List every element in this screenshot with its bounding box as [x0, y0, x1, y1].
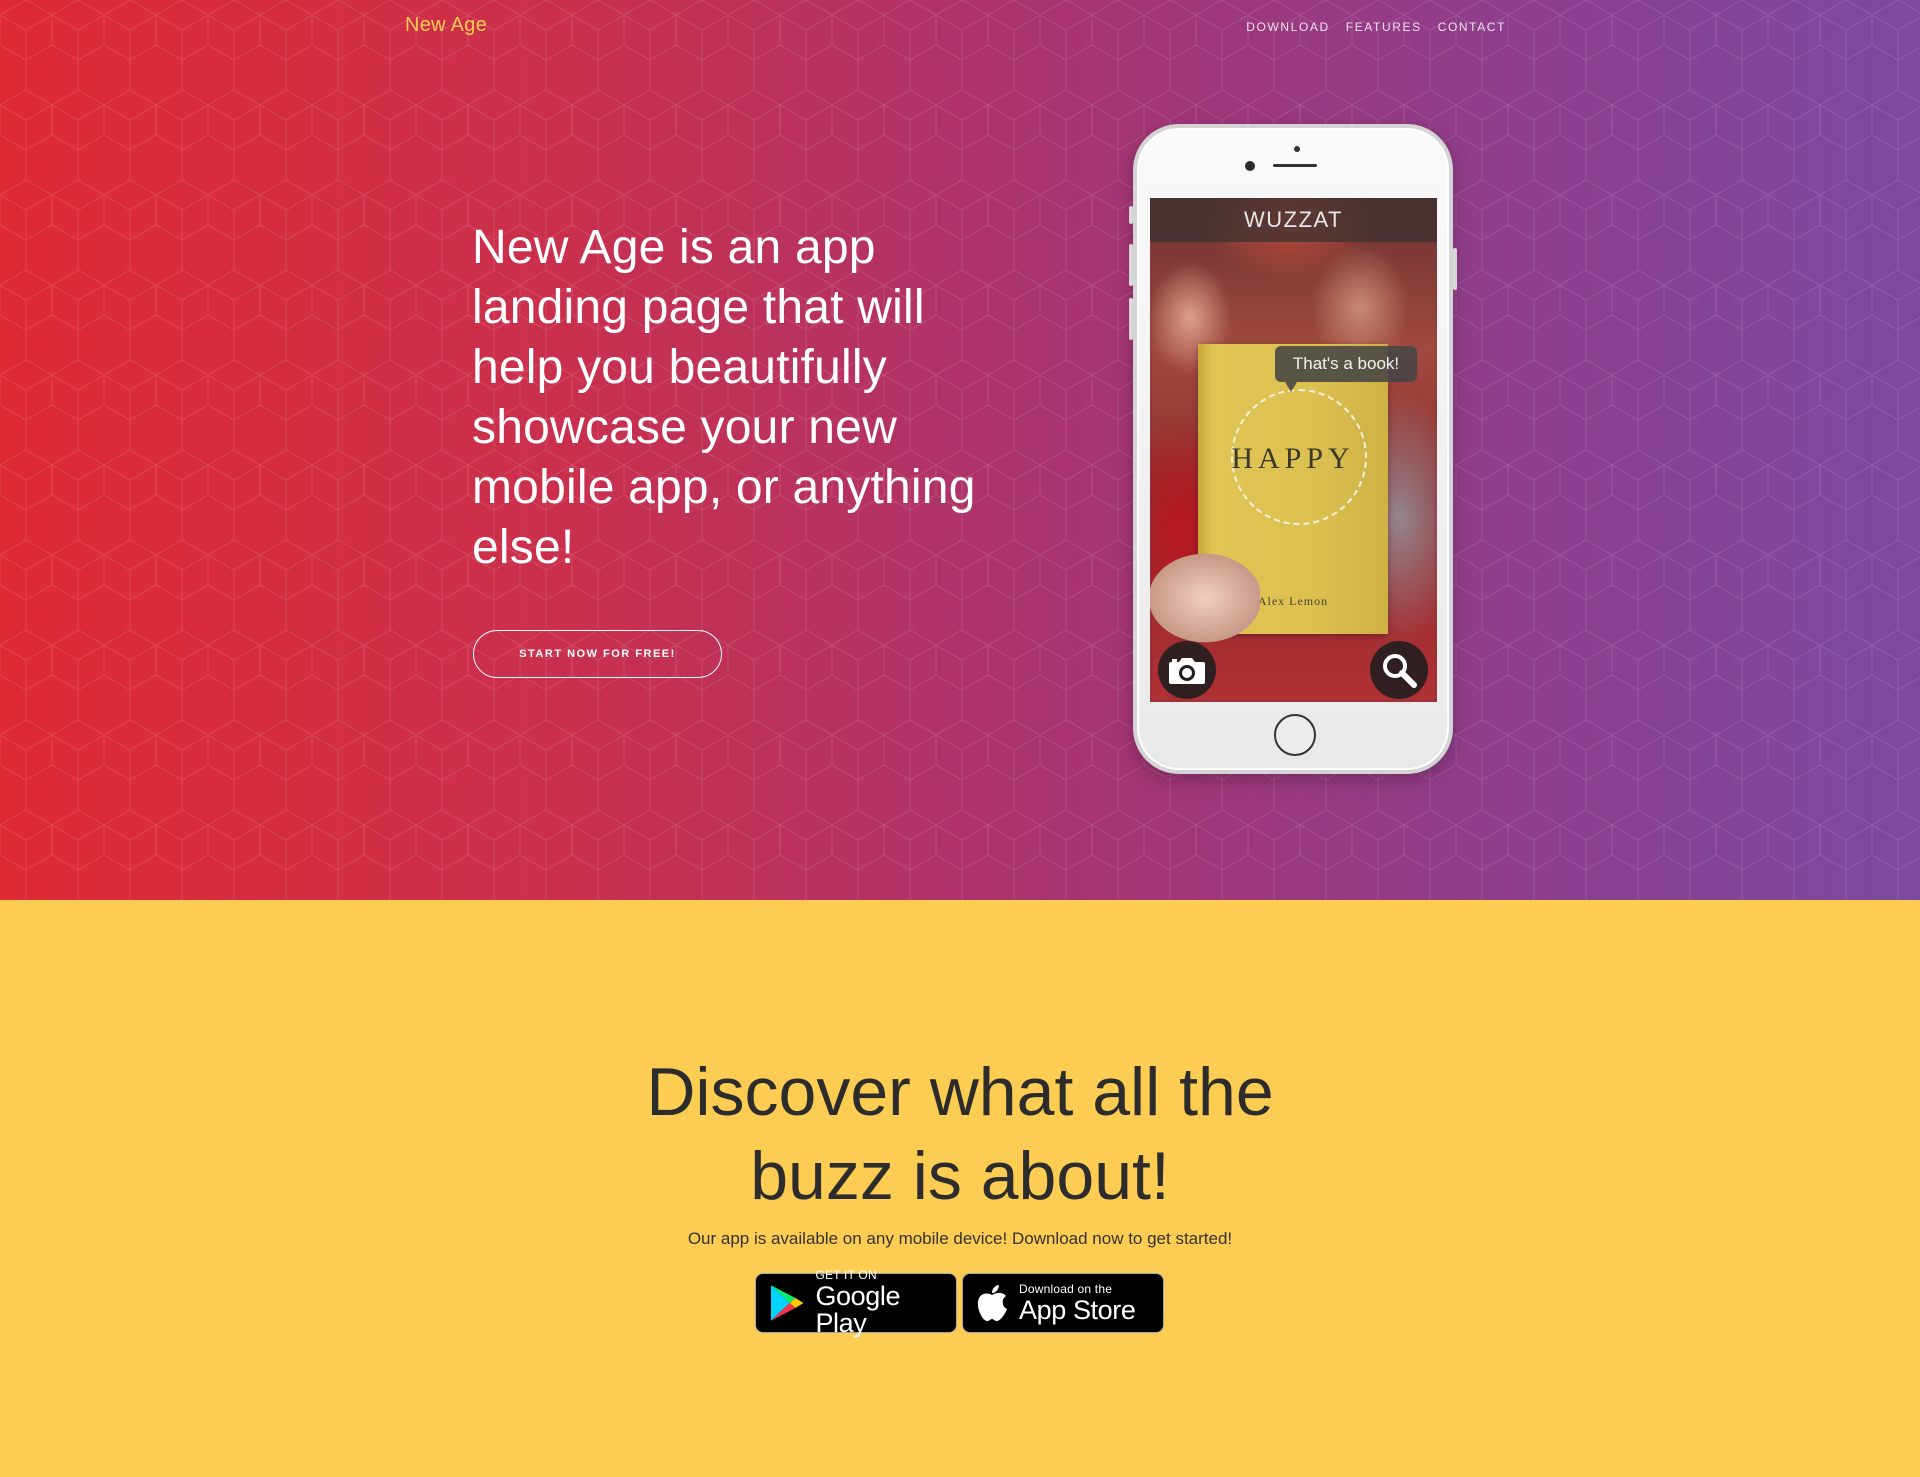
app-name: WUZZAT: [1243, 207, 1343, 232]
camera-button[interactable]: [1158, 641, 1216, 699]
google-play-text: GET IT ON Google Play: [815, 1269, 956, 1337]
book-title: HAPPY: [1231, 442, 1355, 475]
speech-bubble: That's a book!: [1275, 346, 1417, 392]
download-heading-text: Discover what all the buzz is about!: [646, 1054, 1274, 1214]
brand-logo-link[interactable]: New Age: [405, 14, 487, 37]
nav-link-download[interactable]: Download: [1246, 20, 1329, 34]
phone-screen: HAPPY Alex Lemon WUZZAT That's a book!: [1150, 198, 1437, 702]
phone-mute-switch: [1129, 206, 1133, 224]
download-section: Discover what all the buzz is about! Our…: [0, 900, 1920, 1477]
phone-volume-down: [1129, 298, 1133, 340]
phone-sensor: [1294, 146, 1300, 152]
hero-headline: New Age is an app landing page that will…: [472, 221, 976, 574]
google-play-big-text: Google Play: [815, 1281, 901, 1338]
phone-mockup: HAPPY Alex Lemon WUZZAT That's a book!: [1129, 124, 1457, 774]
download-heading: Discover what all the buzz is about!: [0, 1050, 1920, 1218]
phone-volume-up: [1129, 244, 1133, 286]
phone-speaker: [1273, 164, 1317, 167]
start-now-button[interactable]: START NOW FOR FREE!: [473, 630, 722, 678]
phone-home-button: [1274, 714, 1316, 756]
app-store-text: Download on the App Store: [1019, 1281, 1136, 1325]
apple-icon: [977, 1285, 1007, 1321]
speech-bubble-text: That's a book!: [1292, 354, 1400, 373]
search-button[interactable]: [1370, 641, 1428, 699]
app-store-small-text: Download on the: [1019, 1281, 1113, 1296]
google-play-icon: [770, 1285, 804, 1321]
nav-links: Download Features Contact: [1246, 20, 1506, 34]
phone-front-camera: [1245, 161, 1255, 171]
camera-icon: [1169, 658, 1205, 684]
phone-power-button: [1453, 248, 1457, 290]
google-play-small-text: GET IT ON: [815, 1268, 877, 1282]
top-navbar: New Age Download Features Contact: [0, 0, 1920, 56]
hero-section: New Age Download Features Contact New Ag…: [0, 0, 1920, 900]
download-subtext: Our app is available on any mobile devic…: [687, 1229, 1233, 1248]
app-title-bar: WUZZAT: [1150, 198, 1437, 242]
nav-link-features[interactable]: Features: [1346, 20, 1422, 34]
nav-link-contact[interactable]: Contact: [1438, 20, 1506, 34]
store-badges: GET IT ON Google Play Download on the Ap…: [755, 1269, 1164, 1337]
app-store-big-text: App Store: [1019, 1294, 1136, 1325]
search-icon: [1383, 654, 1417, 688]
app-store-badge[interactable]: Download on the App Store: [962, 1273, 1164, 1333]
google-play-badge[interactable]: GET IT ON Google Play: [755, 1269, 957, 1337]
